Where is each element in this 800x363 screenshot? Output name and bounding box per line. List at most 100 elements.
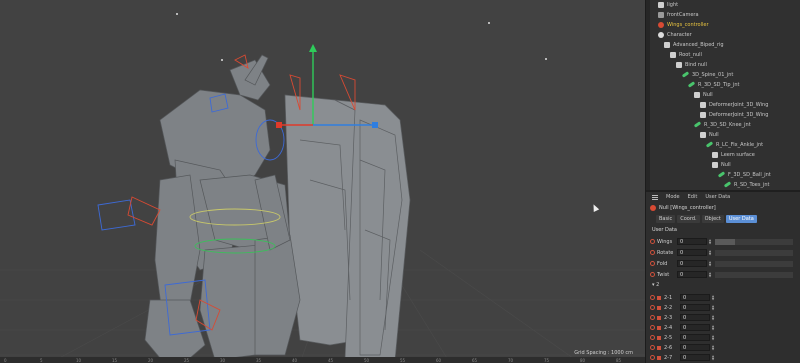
object-tree-item[interactable]: Null — [650, 160, 800, 169]
user-data-value-field[interactable]: 0 — [677, 249, 707, 256]
value-stepper[interactable]: ▲ ▼ — [711, 334, 715, 341]
object-tree-label: frontCamera — [667, 11, 699, 18]
group-data-label: 2-1 — [664, 294, 673, 301]
group-data-row: 2-7 0 ▲ ▼ — [650, 353, 800, 362]
object-tree-item[interactable]: Leem surface — [650, 150, 800, 159]
value-stepper[interactable]: ▲ ▼ — [711, 324, 715, 331]
value-stepper[interactable]: ▲ ▼ — [711, 304, 715, 311]
object-tree-item[interactable]: 3D_Spine_01_jnt — [650, 70, 800, 79]
user-data-value-field[interactable]: 0 — [677, 260, 707, 267]
object-tree-item[interactable]: light — [650, 0, 800, 9]
keyframe-icon[interactable] — [650, 272, 655, 277]
menu-mode[interactable]: Mode — [666, 194, 680, 200]
group-data-row: 2-4 0 ▲ ▼ — [650, 323, 800, 332]
group-data-row: 2-6 0 ▲ ▼ — [650, 343, 800, 352]
object-tree-item[interactable]: Null — [650, 130, 800, 139]
value-stepper[interactable]: ▲ ▼ — [711, 314, 715, 321]
value-stepper[interactable]: ▲ ▼ — [711, 354, 715, 361]
user-data-slider[interactable] — [715, 271, 793, 278]
group-data-value-field[interactable]: 0 — [680, 304, 710, 311]
keyframe-icon[interactable] — [650, 305, 655, 310]
ruler-tick: 30 — [220, 358, 226, 363]
keyframe-icon[interactable] — [650, 355, 655, 360]
keyframe-icon[interactable] — [650, 261, 655, 266]
menu-icon[interactable] — [652, 194, 658, 200]
user-data-value-field[interactable]: 0 — [677, 271, 707, 278]
keyframe-icon[interactable] — [650, 325, 655, 330]
bone-icon — [723, 181, 732, 188]
object-tree-item[interactable]: R_3D_SD_Tip_jnt — [650, 80, 800, 89]
viewport-scene[interactable] — [0, 0, 645, 363]
group-data-value-field[interactable]: 0 — [680, 324, 710, 331]
user-data-slider[interactable] — [715, 260, 793, 267]
group-data-value-field[interactable]: 0 — [680, 314, 710, 321]
object-tree-item[interactable]: DeformerJoint_3D_Wing — [650, 100, 800, 109]
object-tree-item[interactable]: Character — [650, 30, 800, 39]
attribute-object-label: Null [Wings_controller] — [659, 204, 716, 211]
group-header[interactable]: ▾ 2 — [652, 282, 659, 288]
scene-point — [545, 58, 547, 60]
keyframe-icon[interactable] — [650, 239, 655, 244]
param-icon — [657, 315, 661, 320]
object-tree-item[interactable]: F_3D_SD_Ball_jnt — [650, 170, 800, 179]
object-manager[interactable]: light frontCamera Wings_controller Characte… — [650, 0, 800, 190]
group-data-value-field[interactable]: 0 — [680, 294, 710, 301]
ruler-tick: 85 — [616, 358, 622, 363]
object-tree-label: R_3D_SD_Tip_jnt — [698, 81, 740, 88]
param-icon — [657, 305, 661, 310]
param-icon — [657, 335, 661, 340]
object-tree-label: Null — [709, 131, 719, 138]
tab-basic[interactable]: Basic — [656, 215, 676, 223]
group-data-value-field[interactable]: 0 — [680, 334, 710, 341]
keyframe-icon[interactable] — [650, 345, 655, 350]
value-stepper[interactable]: ▲ ▼ — [711, 344, 715, 351]
chevron-down-icon: ▾ — [652, 282, 655, 288]
keyframe-icon[interactable] — [650, 335, 655, 340]
user-data-label: Twist — [657, 271, 670, 278]
object-tree-item[interactable]: R_3D_SD_Knee_jnt — [650, 120, 800, 129]
menu-user-data[interactable]: User Data — [705, 194, 730, 200]
object-tree-item[interactable]: Root_null — [650, 50, 800, 59]
value-stepper[interactable]: ▲ ▼ — [708, 238, 712, 245]
bone-icon — [705, 141, 714, 148]
ruler-tick: 75 — [544, 358, 550, 363]
object-tree-item[interactable]: frontCamera — [650, 10, 800, 19]
attribute-tabs: Basic Coord. Object User Data — [656, 215, 757, 223]
group-data-value-field[interactable]: 0 — [680, 354, 710, 361]
tab-object[interactable]: Object — [701, 215, 724, 223]
user-data-value-field[interactable]: 0 — [677, 238, 707, 245]
user-data-slider[interactable] — [715, 238, 793, 245]
keyframe-icon[interactable] — [650, 250, 655, 255]
user-data-slider[interactable] — [715, 249, 793, 256]
object-tree-item[interactable]: DeformerJoint_3D_Wing — [650, 110, 800, 119]
value-stepper[interactable]: ▲ ▼ — [708, 249, 712, 256]
user-data-label: Wings — [657, 238, 673, 245]
value-stepper[interactable]: ▲ ▼ — [708, 260, 712, 267]
tab-user-data[interactable]: User Data — [725, 215, 757, 223]
keyframe-icon[interactable] — [650, 295, 655, 300]
group-data-value-field[interactable]: 0 — [680, 344, 710, 351]
ruler-tick: 25 — [184, 358, 190, 363]
ruler-tick: 0 — [4, 358, 7, 363]
3d-viewport[interactable]: Grid Spacing : 1000 cm 0 5 10 15 20 25 30 35 40 4… — [0, 0, 645, 363]
object-tree-item[interactable]: Bind null — [650, 60, 800, 69]
ruler-tick: 45 — [328, 358, 334, 363]
timeline-ruler[interactable]: 0 5 10 15 20 25 30 35 40 45 50 55 60 65 70 75 80 85 — [0, 357, 645, 363]
object-tree-label: R_LC_Fix_Ankle_jnt — [716, 141, 764, 148]
param-icon — [657, 345, 661, 350]
object-tree-item[interactable]: Wings_controller — [650, 20, 800, 29]
menu-edit[interactable]: Edit — [688, 194, 698, 200]
controller-icon — [658, 21, 664, 28]
value-stepper[interactable]: ▲ ▼ — [711, 294, 715, 301]
object-tree-item[interactable]: R_SD_Toes_jnt — [650, 180, 800, 189]
tab-coord[interactable]: Coord. — [677, 215, 700, 223]
object-tree-item[interactable]: Advanced_Biped_rig — [650, 40, 800, 49]
object-tree-label: R_3D_SD_Knee_jnt — [704, 121, 751, 128]
keyframe-icon[interactable] — [650, 315, 655, 320]
value-stepper[interactable]: ▲ ▼ — [708, 271, 712, 278]
object-tree-label: DeformerJoint_3D_Wing — [709, 111, 769, 118]
group-data-row: 2-5 0 ▲ ▼ — [650, 333, 800, 342]
object-tree-item[interactable]: R_LC_Fix_Ankle_jnt — [650, 140, 800, 149]
light-icon — [658, 1, 664, 8]
object-tree-item[interactable]: Null — [650, 90, 800, 99]
